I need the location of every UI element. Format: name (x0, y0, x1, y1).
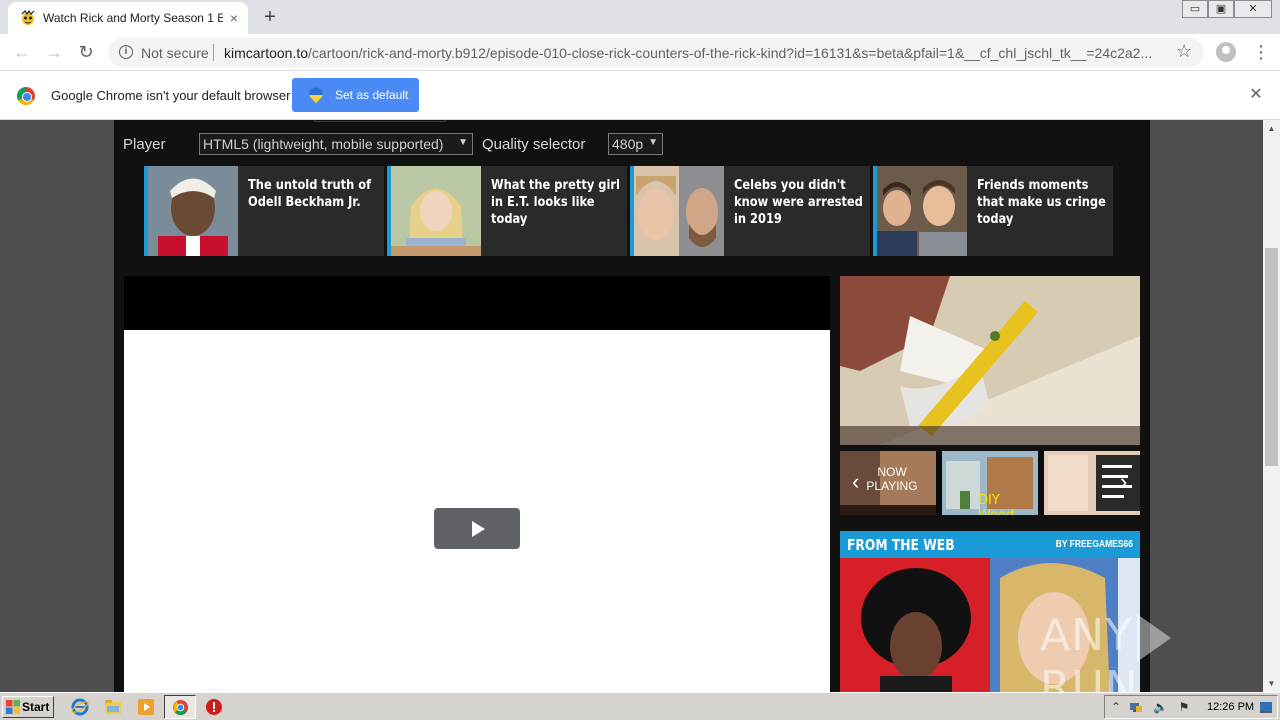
promo-tile[interactable]: What the pretty girl in E.T. looks like … (387, 166, 627, 256)
start-button[interactable]: Start (2, 696, 54, 718)
url-host: kimcartoon.to (224, 45, 309, 61)
profile-avatar-icon[interactable] (1216, 42, 1236, 62)
partial-element (314, 120, 446, 122)
new-tab-button[interactable]: + (258, 5, 282, 29)
url-text[interactable]: kimcartoon.to/cartoon/rick-and-morty.b91… (224, 45, 1169, 61)
volume-icon[interactable]: 🔈 (1153, 700, 1168, 714)
file-explorer-icon[interactable] (104, 698, 122, 716)
tab-close-icon[interactable]: × (226, 10, 242, 26)
address-bar[interactable]: i Not secure kimcartoon.to/cartoon/rick-… (108, 38, 1204, 67)
uac-shield-icon (309, 87, 323, 103)
promo-thumbnail-image (877, 166, 967, 256)
site-info-icon[interactable]: i (119, 45, 133, 59)
set-as-default-button[interactable]: Set as default (292, 78, 419, 112)
from-the-web-image[interactable] (840, 558, 990, 692)
chrome-logo-icon (17, 87, 35, 105)
browser-titlebar: Watch Rick and Morty Season 1 Episode 10… (0, 0, 1280, 34)
player-select-caret-icon: ▼ (458, 137, 468, 148)
page-scrollbar[interactable]: ▲ ▼ (1263, 120, 1280, 692)
diy-wood-label: DIY Wood (978, 493, 1014, 515)
watermark-play-icon (1136, 614, 1171, 662)
promo-thumbnail-image (148, 166, 238, 256)
carousel-next-icon[interactable]: › (1120, 469, 1127, 495)
promo-thumbnail-image (634, 166, 724, 256)
promo-tile[interactable]: Friends moments that make us cringe toda… (873, 166, 1113, 256)
scroll-down-icon[interactable]: ▼ (1263, 675, 1280, 692)
not-secure-label[interactable]: Not secure (141, 45, 209, 61)
system-tray: ⌃ 🔈 ⚑ 12:26 PM (1104, 695, 1278, 719)
tab-title: Watch Rick and Morty Season 1 Episode 10 (43, 11, 223, 25)
url-path: /cartoon/rick-and-morty.b912/episode-010… (308, 45, 1153, 61)
tray-expand-icon[interactable]: ⌃ (1109, 700, 1123, 714)
stop-sign-icon[interactable] (205, 698, 223, 716)
web-thumbnail-image (840, 558, 990, 692)
carousel-item[interactable]: DIY Wood (942, 451, 1038, 515)
ad-video-frame-image (840, 276, 1140, 445)
scroll-up-icon[interactable]: ▲ (1263, 120, 1280, 137)
carousel-item[interactable]: › (1044, 451, 1140, 515)
from-the-web-title: FROM THE WEB (847, 536, 955, 554)
network-icon[interactable] (1129, 700, 1143, 714)
promo-title: Friends moments that make us cringe toda… (977, 178, 1106, 227)
quality-select-caret-icon: ▼ (648, 137, 658, 148)
quality-select[interactable]: 480p ▼ (608, 133, 663, 155)
promo-title: What the pretty girl in E.T. looks like … (491, 178, 620, 227)
promo-tile[interactable]: The untold truth of Odell Beckham Jr. (144, 166, 384, 256)
now-playing-label: NOW PLAYING (866, 465, 918, 493)
window-restore-button[interactable]: ▣ (1208, 0, 1234, 18)
chrome-taskbar-icon (172, 699, 189, 716)
quality-select-value: 480p (612, 136, 644, 152)
carousel-item-now-playing[interactable]: ‹ NOW PLAYING (840, 451, 936, 515)
back-button[interactable]: ← (10, 40, 34, 64)
player-select-value: HTML5 (lightweight, mobile supported) (203, 136, 444, 152)
windows-taskbar: Start ⌃ 🔈 ⚑ 12:26 PM (0, 692, 1280, 720)
promo-tile[interactable]: Celebs you didn't know were arrested in … (630, 166, 870, 256)
url-separator (213, 44, 214, 61)
ad-carousel: ‹ NOW PLAYING DIY Wood (840, 451, 1140, 515)
anyrun-watermark: ANYRUN (1040, 610, 1263, 692)
ad-video-player[interactable] (840, 276, 1140, 445)
forward-button[interactable]: → (42, 40, 66, 64)
promo-title: Celebs you didn't know were arrested in … (734, 178, 863, 227)
show-desktop-icon[interactable] (1259, 700, 1273, 714)
infobar-close-icon[interactable]: ✕ (1248, 87, 1264, 103)
window-close-button[interactable]: ✕ (1234, 0, 1272, 18)
video-player[interactable] (124, 276, 830, 692)
site-content: Player HTML5 (lightweight, mobile suppor… (114, 120, 1150, 692)
browser-tab-active[interactable]: Watch Rick and Morty Season 1 Episode 10… (8, 2, 248, 34)
reload-button[interactable]: ↻ (74, 40, 98, 64)
start-label: Start (22, 700, 50, 714)
video-player-top-bar (124, 276, 830, 330)
from-the-web-header: FROM THE WEB BY FREEGAMES66 (840, 531, 1140, 558)
window-minimize-button[interactable]: ▭ (1182, 0, 1208, 18)
action-center-flag-icon[interactable]: ⚑ (1177, 700, 1191, 714)
chrome-menu-icon[interactable]: ⋮ (1252, 40, 1270, 64)
page-viewport: Player HTML5 (lightweight, mobile suppor… (0, 120, 1263, 692)
promo-title: The untold truth of Odell Beckham Jr. (248, 178, 372, 210)
windows-flag-icon (6, 700, 20, 714)
infobar-message: Google Chrome isn't your default browser (51, 88, 291, 103)
quality-selector-label: Quality selector (482, 136, 586, 153)
taskbar-clock[interactable]: 12:26 PM (1207, 701, 1254, 713)
promo-strip: The untold truth of Odell Beckham Jr. Wh… (144, 166, 1114, 256)
set-as-default-label: Set as default (335, 88, 409, 102)
internet-explorer-icon[interactable] (71, 698, 89, 716)
browser-toolbar: ← → ↻ i Not secure kimcartoon.to/cartoon… (0, 34, 1280, 71)
player-select[interactable]: HTML5 (lightweight, mobile supported) ▼ (199, 133, 473, 155)
from-the-web-sponsor: BY FREEGAMES66 (1055, 539, 1133, 550)
scroll-thumb[interactable] (1265, 248, 1278, 466)
bookmark-star-icon[interactable]: ☆ (1176, 41, 1192, 62)
player-label: Player (123, 136, 166, 153)
video-play-button[interactable] (434, 508, 520, 549)
promo-thumbnail-image (391, 166, 481, 256)
taskbar-chrome-button[interactable] (164, 695, 196, 719)
watermark-left-text: ANY (1040, 610, 1133, 661)
kimcartoon-favicon-icon (21, 10, 35, 25)
media-player-icon[interactable] (137, 698, 155, 716)
default-browser-infobar: Google Chrome isn't your default browser… (0, 71, 1280, 120)
carousel-prev-icon[interactable]: ‹ (852, 469, 859, 495)
watermark-right-text: RUN (1040, 662, 1139, 692)
